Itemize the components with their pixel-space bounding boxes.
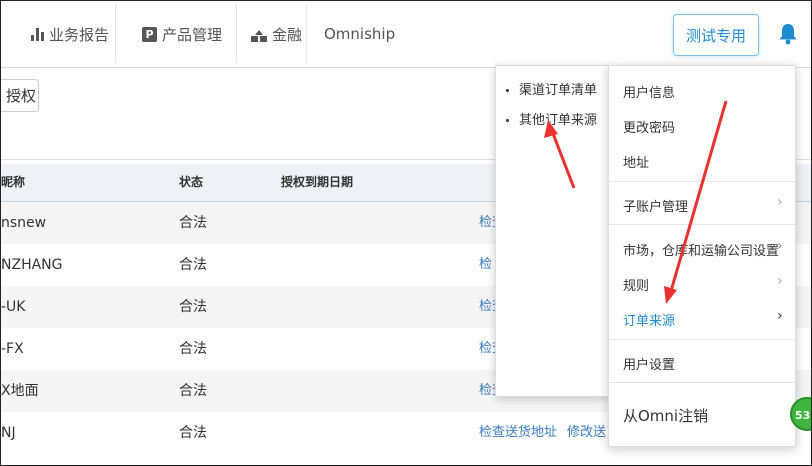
menu-divider bbox=[609, 339, 795, 340]
row-nickname: -FX bbox=[1, 341, 24, 357]
nav-product-management-label: 产品管理 bbox=[162, 25, 223, 44]
nav-divider bbox=[115, 5, 116, 63]
product-p-icon: P bbox=[142, 26, 157, 42]
finance-icon bbox=[251, 28, 267, 42]
menu-item-address[interactable]: 地址 bbox=[623, 152, 649, 171]
menu-item-user-settings[interactable]: 用户设置 bbox=[623, 354, 675, 373]
row-nickname: X地面 bbox=[1, 383, 39, 399]
nav-omniship-label: Omniship bbox=[324, 25, 396, 43]
check-address-link[interactable]: 检 bbox=[479, 244, 492, 286]
bullet-icon bbox=[506, 89, 509, 92]
nav-finance[interactable]: 金融 bbox=[251, 1, 302, 67]
menu-item-logout[interactable]: 从Omni注销 bbox=[623, 405, 708, 426]
chevron-right-icon: › bbox=[777, 308, 783, 324]
menu-item-order-source[interactable]: 订单来源 bbox=[623, 310, 675, 329]
top-navigation-bar: 业务报告 P 产品管理 金融 Omniship 测试专用 bbox=[1, 1, 811, 68]
nav-finance-label: 金融 bbox=[272, 25, 303, 44]
row-nickname: nsnew bbox=[1, 215, 47, 231]
column-header-expiry: 授权到期日期 bbox=[281, 175, 354, 189]
chevron-right-icon: › bbox=[777, 238, 783, 254]
authorize-button[interactable]: 授权 bbox=[1, 79, 39, 112]
nav-business-report-label: 业务报告 bbox=[49, 25, 110, 44]
row-status: 合法 bbox=[179, 341, 207, 357]
submenu-item-other-order-sources[interactable]: 其他订单来源 bbox=[506, 109, 597, 128]
column-header-nickname: 昵称 bbox=[1, 175, 26, 189]
menu-item-rules[interactable]: 规则 bbox=[623, 275, 649, 294]
row-nickname: -UK bbox=[1, 299, 26, 315]
bullet-icon bbox=[506, 119, 509, 122]
column-header-status: 状态 bbox=[179, 175, 204, 189]
check-address-link[interactable]: 检查送货地址 bbox=[479, 412, 557, 454]
row-status: 合法 bbox=[179, 299, 207, 315]
menu-divider bbox=[609, 224, 795, 225]
nav-divider bbox=[306, 5, 307, 63]
menu-divider bbox=[609, 181, 795, 182]
edit-address-link[interactable]: 修改送 bbox=[567, 412, 606, 454]
chevron-right-icon: › bbox=[777, 273, 783, 289]
row-status: 合法 bbox=[179, 383, 207, 399]
nav-divider bbox=[236, 5, 237, 63]
menu-item-change-password[interactable]: 更改密码 bbox=[623, 117, 675, 136]
menu-item-subaccount-management[interactable]: 子账户管理 bbox=[623, 196, 688, 215]
row-status: 合法 bbox=[179, 257, 207, 273]
user-dropdown-menu: 用户信息 更改密码 地址 子账户管理 › 市场，仓库和运输公司设置 › 规则 ›… bbox=[608, 65, 796, 447]
submenu-item-channel-orders[interactable]: 渠道订单清单 bbox=[506, 79, 597, 98]
nav-omniship[interactable]: Omniship bbox=[324, 1, 395, 67]
row-status: 合法 bbox=[179, 215, 207, 231]
nav-product-management[interactable]: P 产品管理 bbox=[142, 1, 222, 67]
submenu-item-label: 渠道订单清单 bbox=[519, 83, 598, 98]
menu-item-user-info[interactable]: 用户信息 bbox=[623, 82, 675, 101]
row-status: 合法 bbox=[179, 425, 207, 441]
row-nickname: NJ bbox=[1, 425, 16, 441]
order-source-submenu: 渠道订单清单 其他订单来源 bbox=[495, 65, 609, 397]
test-only-button[interactable]: 测试专用 bbox=[673, 14, 759, 56]
nav-business-report[interactable]: 业务报告 bbox=[31, 1, 109, 67]
app-window: 业务报告 P 产品管理 金融 Omniship 测试专用 授权 昵称 状态 授权… bbox=[0, 0, 812, 466]
bell-icon[interactable] bbox=[778, 23, 798, 45]
submenu-item-label: 其他订单来源 bbox=[519, 113, 598, 128]
chevron-right-icon: › bbox=[777, 194, 783, 210]
row-nickname: NZHANG bbox=[1, 257, 63, 273]
bar-chart-icon bbox=[31, 27, 44, 41]
menu-item-market-warehouse-settings[interactable]: 市场，仓库和运输公司设置 bbox=[623, 240, 779, 259]
menu-divider bbox=[609, 382, 795, 383]
